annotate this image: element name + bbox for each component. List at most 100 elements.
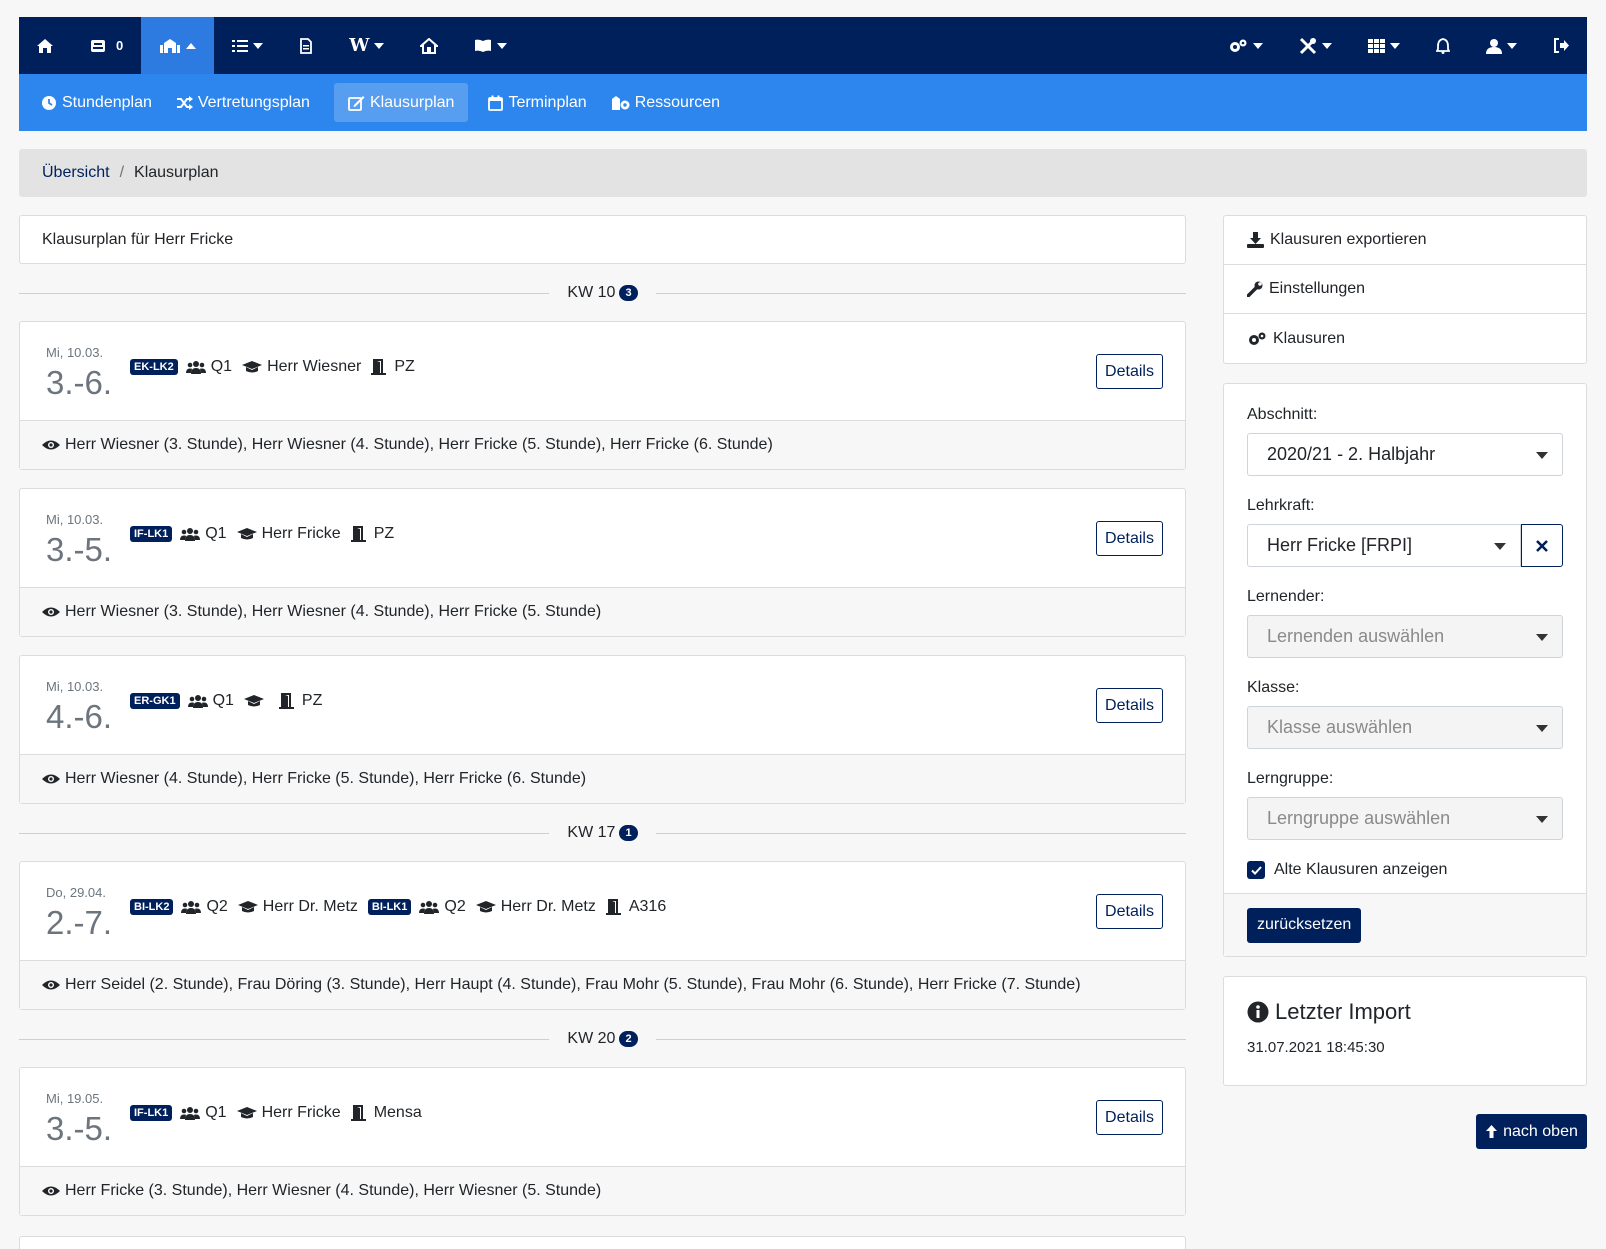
exam-group: Q1 [212,692,234,709]
exam-supervision: Herr Fricke (3. Stunde), Herr Wiesner (4… [65,1182,602,1199]
group-label: Lerngruppe: [1247,770,1334,787]
breadcrumb-home-link[interactable]: Übersicht [42,164,110,182]
calendar-icon [488,95,504,111]
last-import-card: Letzter Import 31.07.2021 18:45:30 [1223,976,1587,1086]
tab-klausurplan[interactable]: Klausurplan [333,83,469,122]
settings-link[interactable]: Einstellungen [1224,265,1586,314]
graduation-cap-icon [236,1107,257,1119]
exam-supervision: Herr Wiesner (4. Stunde), Herr Fricke (5… [65,770,587,787]
nav-cogs[interactable] [1210,17,1281,74]
exam-room: PZ [373,525,395,542]
details-button[interactable]: Details [1096,1100,1163,1135]
nav-grid[interactable] [1350,17,1418,74]
week-count-badge: 3 [619,284,638,301]
clear-teacher-button[interactable] [1521,524,1563,567]
tab-ressourcen[interactable]: Ressourcen [601,83,730,122]
eye-icon [42,440,60,450]
student-label: Lernender: [1247,588,1325,605]
main-content: Klausurplan für Herr Fricke KW 10 3 Mi, 1… [19,215,1186,1234]
tab-vertretungsplan[interactable]: Vertretungsplan [166,83,320,122]
old-exams-checkbox-row[interactable]: Alte Klausuren anzeigen [1247,861,1563,879]
reset-button[interactable]: zurücksetzen [1247,907,1362,943]
exam-group: Q1 [205,525,227,542]
inbox-count: 0 [116,38,124,53]
nav-wiki[interactable]: W [331,17,402,74]
details-button[interactable]: Details [1096,688,1163,723]
section-label: Abschnitt: [1247,406,1318,423]
exam-teacher: Herr Fricke [261,1104,341,1121]
cogs-icon [1249,332,1266,345]
users-icon [419,901,440,914]
old-exams-checkbox[interactable] [1247,861,1265,879]
eye-icon [42,774,60,784]
graduation-cap-icon [243,695,264,707]
last-import-timestamp: 31.07.2021 18:45:30 [1247,1039,1385,1056]
users-icon [187,695,208,708]
tools-icon [1299,37,1317,54]
exam-date: Mi, 19.05. [46,1091,104,1106]
door-icon [350,1105,366,1121]
exams-admin-link[interactable]: Klausuren [1224,314,1586,363]
tab-label: Terminplan [508,93,587,111]
section-select[interactable]: 2020/21 - 2. Halbjahr [1247,433,1563,476]
details-button[interactable]: Details [1096,354,1163,389]
class-select[interactable]: Klasse auswählen [1247,706,1563,749]
nav-list[interactable] [214,17,281,74]
door-icon [350,526,366,542]
caret-down-icon [1536,725,1548,732]
nav-user[interactable] [1468,17,1535,74]
exam-card: Do, 29.04. 2.-7. BI-LK2 Q2 Herr Dr. Metz… [19,861,1186,1010]
tab-label: Vertretungsplan [197,93,310,111]
course-badge: ER-GK1 [130,693,180,709]
group-select[interactable]: Lerngruppe auswählen [1247,797,1563,840]
exam-date: Mi, 10.03. [46,512,104,527]
back-to-top-button[interactable]: nach oben [1476,1114,1587,1149]
exam-supervision: Herr Seidel (2. Stunde), Frau Döring (3.… [65,976,1081,993]
shuffle-icon [176,95,193,110]
week-count-badge: 2 [619,1030,638,1047]
details-button[interactable]: Details [1096,894,1163,929]
exam-card-partial [19,1236,1186,1249]
close-icon [1536,539,1548,552]
breadcrumb-current: Klausurplan [134,164,219,181]
school-icon [160,38,181,53]
breadcrumb: Übersicht / Klausurplan [19,149,1587,197]
list-icon [232,39,249,52]
graduation-cap-icon [236,528,257,540]
nav-book[interactable] [456,17,525,74]
sidebar: Klausuren exportieren Einstellungen Klau… [1223,215,1587,1086]
student-select[interactable]: Lernenden auswählen [1247,615,1563,658]
nav-house[interactable] [402,17,456,74]
week-label: KW 20 [567,1029,616,1047]
chevron-down-icon [1390,42,1400,49]
caret-down-icon [1536,816,1548,823]
book-icon [475,39,492,52]
tab-stundenplan[interactable]: Stundenplan [31,83,162,122]
course-badge: EK-LK2 [130,359,178,375]
nav-inbox[interactable]: 0 [72,17,141,74]
graduation-cap-icon [237,901,258,913]
export-exams-link[interactable]: Klausuren exportieren [1224,216,1586,265]
exam-room: PZ [301,692,323,709]
exam-group: Q2 [206,898,228,915]
details-button[interactable]: Details [1096,521,1163,556]
section-value: 2020/21 - 2. Halbjahr [1267,444,1436,464]
exam-teacher: Herr Wiesner [267,358,362,375]
house-icon [420,37,439,54]
group-placeholder: Lerngruppe auswählen [1267,808,1451,828]
nav-notifications[interactable] [1418,17,1468,74]
graduation-cap-icon [475,901,496,913]
edit-icon [348,95,365,111]
tab-terminplan[interactable]: Terminplan [478,83,596,122]
nav-logout[interactable] [1535,17,1587,74]
exam-teacher: Herr Dr. Metz [262,898,358,915]
teacher-select[interactable]: Herr Fricke [FRPI] [1247,524,1521,567]
nav-home[interactable] [19,17,72,74]
nav-school[interactable] [141,17,215,74]
exam-group: Q1 [210,358,233,375]
wiki-icon: W [349,35,370,56]
nav-tools[interactable] [1281,17,1350,74]
sub-navbar: Stundenplan Vertretungsplan Klausurplan … [19,74,1587,131]
nav-document[interactable] [281,17,331,74]
tab-label: Stundenplan [62,93,152,111]
